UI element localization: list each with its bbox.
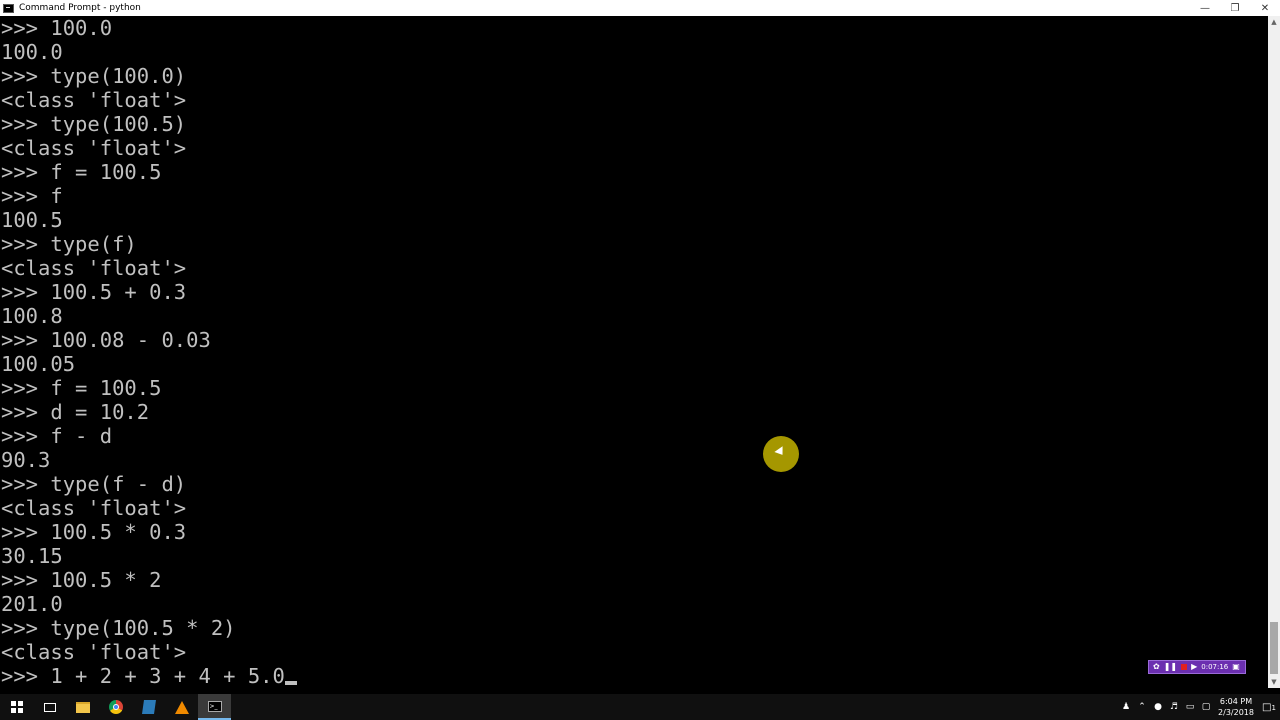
notification-center-button[interactable]: □1 bbox=[1258, 702, 1280, 713]
people-icon[interactable]: ♟ bbox=[1118, 702, 1134, 712]
vlc-button[interactable] bbox=[165, 694, 198, 720]
console-line: >>> 100.08 - 0.03 bbox=[1, 328, 211, 352]
console-line: >>> d = 10.2 bbox=[1, 400, 150, 424]
volume-icon[interactable]: ♬ bbox=[1166, 702, 1182, 712]
recorder-logo-icon: ✿ bbox=[1153, 662, 1160, 671]
notification-count: 1 bbox=[1271, 703, 1276, 712]
command-prompt-icon: >_ bbox=[207, 700, 222, 712]
command-prompt-button[interactable]: >_ bbox=[198, 694, 231, 720]
close-button[interactable]: ✕ bbox=[1250, 0, 1280, 16]
console-line: >>> type(100.5 * 2) bbox=[1, 616, 236, 640]
vertical-scrollbar[interactable]: ▲ ▼ bbox=[1268, 16, 1280, 688]
console-line: >>> 100.5 + 0.3 bbox=[1, 280, 187, 304]
task-view-button[interactable] bbox=[33, 694, 66, 720]
console-line: <class 'float'> bbox=[1, 256, 187, 280]
vlc-icon bbox=[174, 700, 189, 714]
window-titlebar[interactable]: Command Prompt - python — ❐ ✕ bbox=[0, 0, 1280, 16]
recorder-menu-icon[interactable]: ▣ bbox=[1232, 661, 1240, 673]
current-input: >>> 1 + 2 + 3 + 4 + 5.0 bbox=[1, 664, 285, 688]
app-button[interactable] bbox=[132, 694, 165, 720]
console-line: 30.15 bbox=[1, 544, 63, 568]
clock-time: 6:04 PM bbox=[1219, 697, 1253, 706]
windows-logo-icon bbox=[10, 701, 23, 713]
console-line: >>> f = 100.5 bbox=[1, 160, 162, 184]
console-line: <class 'float'> bbox=[1, 496, 187, 520]
console-line: >>> f bbox=[1, 184, 63, 208]
console-line: >>> type(100.0) bbox=[1, 64, 187, 88]
console-line: 100.05 bbox=[1, 352, 76, 376]
play-icon[interactable]: ▶ bbox=[1191, 661, 1197, 673]
console-line: <class 'float'> bbox=[1, 88, 187, 112]
console-line: >>> 100.0 bbox=[1, 16, 113, 40]
scroll-up-arrow-icon[interactable]: ▲ bbox=[1268, 16, 1280, 28]
scroll-down-arrow-icon[interactable]: ▼ bbox=[1268, 676, 1280, 688]
console-line: <class 'float'> bbox=[1, 640, 187, 664]
system-tray: ♟ ⌃ ● ♬ ▭ ▢ 6:04 PM 2/3/2018 □1 bbox=[1118, 694, 1280, 720]
chrome-button[interactable] bbox=[99, 694, 132, 720]
start-button[interactable] bbox=[0, 694, 33, 720]
window-title: Command Prompt - python bbox=[19, 3, 141, 13]
minimize-button[interactable]: — bbox=[1190, 0, 1220, 16]
console-line: 90.3 bbox=[1, 448, 51, 472]
scrollbar-thumb[interactable] bbox=[1270, 622, 1278, 674]
chevron-up-icon[interactable]: ⌃ bbox=[1134, 702, 1150, 712]
console-line: >>> type(100.5) bbox=[1, 112, 187, 136]
chrome-icon bbox=[108, 700, 123, 714]
console-line: >>> type(f) bbox=[1, 232, 137, 256]
console-line: >>> 100.5 * 2 bbox=[1, 568, 162, 592]
console-line: <class 'float'> bbox=[1, 136, 187, 160]
folder-icon bbox=[75, 701, 90, 713]
clock[interactable]: 6:04 PM 2/3/2018 bbox=[1214, 696, 1258, 718]
file-explorer-button[interactable] bbox=[66, 694, 99, 720]
taskbar: >_ ♟ ⌃ ● ♬ ▭ ▢ 6:04 PM 2/3/2018 □1 bbox=[0, 694, 1280, 720]
console-line: 100.8 bbox=[1, 304, 63, 328]
text-cursor bbox=[284, 681, 297, 685]
clock-date: 2/3/2018 bbox=[1218, 708, 1254, 717]
console-line: 100.5 bbox=[1, 208, 63, 232]
task-view-icon bbox=[43, 702, 56, 712]
stop-icon[interactable] bbox=[1181, 664, 1188, 670]
recording-time: 0:07:16 bbox=[1201, 663, 1229, 671]
console-line: >>> f - d bbox=[1, 424, 113, 448]
network-globe-icon[interactable]: ● bbox=[1150, 702, 1166, 712]
window-controls: — ❐ ✕ bbox=[1190, 0, 1280, 16]
console-line: 100.0 bbox=[1, 40, 63, 64]
pause-icon[interactable]: ❚❚ bbox=[1164, 661, 1177, 673]
display-icon[interactable]: ▭ bbox=[1182, 702, 1198, 712]
app-icon bbox=[141, 700, 156, 714]
console-line: 201.0 bbox=[1, 592, 63, 616]
restore-button[interactable]: ❐ bbox=[1220, 0, 1250, 16]
console-lines: >>> 100.0 100.0 >>> type(100.0) <class 'flo… bbox=[0, 16, 1268, 664]
console-line: >>> type(f - d) bbox=[1, 472, 187, 496]
console-line: >>> f = 100.5 bbox=[1, 376, 162, 400]
console-input-line[interactable]: >>> 1 + 2 + 3 + 4 + 5.0 bbox=[0, 664, 1268, 688]
screen-recorder-widget[interactable]: ✿ ❚❚ ▶ 0:07:16 ▣ bbox=[1148, 660, 1246, 674]
console-output[interactable]: >>> 100.0 100.0 >>> type(100.0) <class 'flo… bbox=[0, 16, 1268, 688]
console-line: >>> 100.5 * 0.3 bbox=[1, 520, 187, 544]
cmd-window-icon bbox=[3, 3, 14, 13]
action-icon[interactable]: ▢ bbox=[1198, 702, 1214, 712]
